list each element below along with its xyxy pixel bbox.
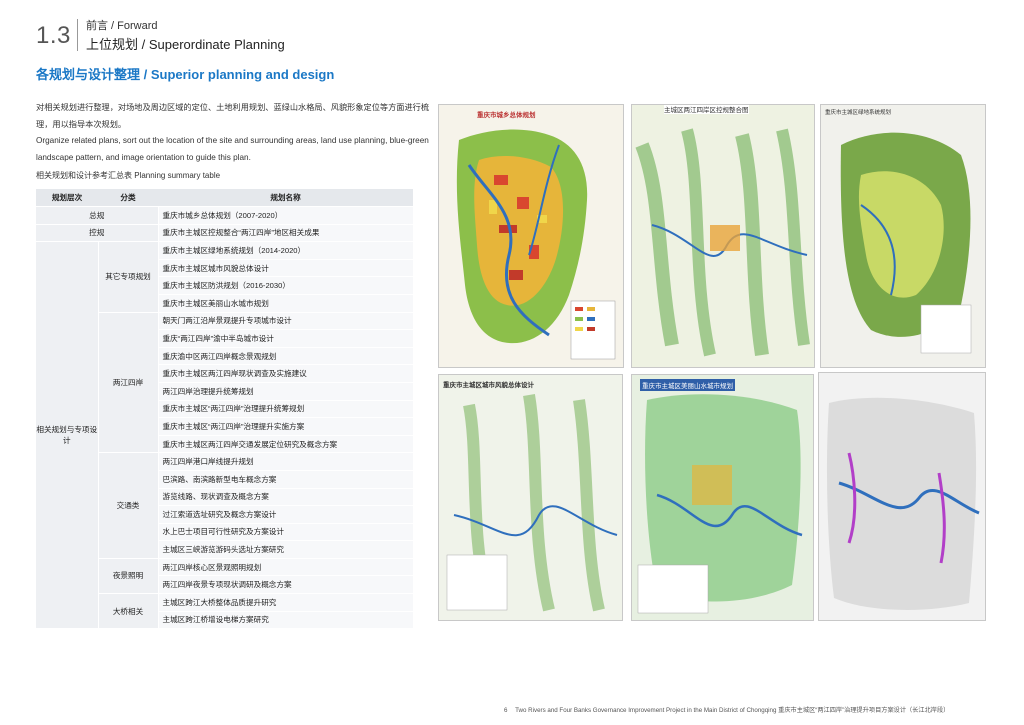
map-landscape-city-image [632,375,813,620]
plan-name-cell: 重庆市城乡总体规划（2007-2020） [158,206,413,225]
map-river-corridor-image [819,373,985,620]
section-divider [77,19,78,51]
plan-name-cell: 重庆市主城区“两江四岸”治理提升实施方案 [158,417,413,436]
map-landscape-city: 重庆市主城区美丽山水城市规划 [631,374,814,621]
map-style-design-image [439,375,622,620]
map-style-design: 重庆市主城区城市风貌总体设计 [438,374,623,621]
intro-paragraph: 对相关规划进行整理，对场地及周边区域的定位、土地利用规划、蓝绿山水格局、风貌形象… [36,100,432,166]
map-regulatory-integration: 主城区两江四岸区控规整合图 [631,104,815,368]
map-regulatory-integration-title: 主城区两江四岸区控规整合图 [664,105,749,114]
plan-name-cell: 重庆市主城区绿地系统规划（2014-2020） [158,241,413,260]
page-footer: 6 Two Rivers and Four Banks Governance I… [504,705,949,714]
category-cell: 夜景照明 [98,558,159,595]
plan-name-cell: 朝天门两江沿岸景观提升专项城市设计 [158,312,413,331]
plan-name-cell: 重庆市主城区两江四岸现状调查及实施建议 [158,364,413,383]
intro-paragraph-en: Organize related plans, sort out the loc… [36,136,429,162]
header-level: 规划层次 [36,189,98,207]
plan-name-cell: 重庆市主城区防洪规划（2016-2030） [158,276,413,295]
plan-name-cell: 重庆市主城区两江四岸交通发展定位研究及概念方案 [158,435,413,454]
category-cell: 两江四岸 [98,312,159,454]
page-number: 6 [504,707,508,714]
map-master-plan: 重庆市城乡总体规划 [438,104,624,368]
map-green-system-image [821,105,985,367]
table-row: 控规 重庆市主城区控规整合“两江四岸”地区相关成果 [36,224,413,243]
plan-name-cell: 两江四岸港口岸线提升规划 [158,452,413,471]
table-row: 相关规划与专项设计 其它专项规划 重庆市主城区绿地系统规划（2014-2020） [36,241,413,630]
section-number: 1.3 [36,22,71,49]
footer-text: Two Rivers and Four Banks Governance Imp… [515,707,950,714]
table-header-row: 规划层次 分类 规划名称 [36,189,413,207]
header-plan-name: 规划名称 [158,189,413,207]
header-category: 分类 [98,189,158,207]
plan-name-cell: 游览线路、现状调查及概念方案 [158,488,413,507]
section-top-label: 前言 / Forward [86,20,158,32]
map-master-plan-image [439,105,623,367]
plan-name-cell: 重庆市主城区城市风貌总体设计 [158,259,413,278]
plan-name-cell: 两江四岸夜景专项现状调研及概念方案 [158,575,413,595]
category-cell: 大桥相关 [98,593,159,630]
table-row: 总规 重庆市城乡总体规划（2007-2020） [36,206,413,225]
plan-name-cell: 重庆渝中区两江四岸概念景观规划 [158,347,413,366]
plan-name-cell: 重庆市主城区“两江四岸”治理提升统筹规划 [158,400,413,419]
plan-name-cell: 主城区跨江桥增设电梯方案研究 [158,611,413,630]
map-landscape-city-title: 重庆市主城区美丽山水城市规划 [640,379,735,391]
map-regulatory-integration-image [632,105,814,367]
table-caption: 相关规划和设计参考汇总表 Planning summary table [36,171,221,180]
map-river-corridor [818,372,986,621]
planning-summary-table: 规划层次 分类 规划名称 总规 重庆市城乡总体规划（2007-2020） 控规 … [36,189,413,630]
plan-name-cell: 两江四岸治理提升统筹规划 [158,382,413,401]
plan-name-cell: 主城区三峡游览游码头选址方案研究 [158,540,413,559]
section-sub-label: 上位规划 / Superordinate Planning [86,37,285,52]
plan-name-cell: 重庆市主城区控规整合“两江四岸”地区相关成果 [158,224,413,243]
page-heading: 各规划与设计整理 / Superior planning and design [36,67,335,82]
map-green-system-title: 重庆市主城区绿地系统规划 [825,110,892,116]
plan-name-cell: 两江四岸核心区景观照明规划 [158,558,413,577]
plan-name-cell: 过江索道选址研究及概念方案设计 [158,505,413,524]
level-cell: 相关规划与专项设计 [36,241,99,630]
plan-name-cell: 重庆市主城区美丽山水城市规划 [158,294,413,313]
map-master-plan-title: 重庆市城乡总体规划 [477,112,536,119]
category-cell: 交通类 [98,452,159,559]
level-cell: 控规 [36,224,159,243]
plan-name-cell: 主城区跨江大桥整体品质提升研究 [158,593,413,612]
plan-name-cell: 水上巴士项目可行性研究及方案设计 [158,523,413,542]
plan-name-cell: 重庆“两江四岸”渝中半岛城市设计 [158,329,413,348]
map-green-system: 重庆市主城区绿地系统规划 [820,104,986,368]
map-style-design-title: 重庆市主城区城市风貌总体设计 [443,382,534,389]
category-cell: 其它专项规划 [98,241,159,313]
level-cell: 总规 [36,206,159,225]
plan-name-cell: 巴滨路、南滨路新型电车概念方案 [158,470,413,489]
intro-paragraph-cn: 对相关规划进行整理，对场地及周边区域的定位、土地利用规划、蓝绿山水格局、风貌形象… [36,103,430,129]
